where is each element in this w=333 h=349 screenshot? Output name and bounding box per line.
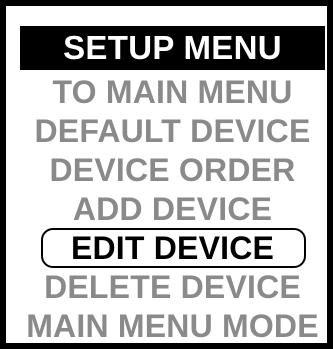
setup-menu-screen: SETUP MENU TO MAIN MENU DEFAULT DEVICE D… bbox=[0, 0, 333, 349]
menu-item-to-main-menu[interactable]: TO MAIN MENU bbox=[6, 72, 333, 112]
menu-item-device-order[interactable]: DEVICE ORDER bbox=[6, 150, 333, 190]
menu-item-default-device[interactable]: DEFAULT DEVICE bbox=[6, 111, 333, 151]
menu-item-delete-device[interactable]: DELETE DEVICE bbox=[6, 267, 333, 307]
menu-item-main-menu-mode[interactable]: MAIN MENU MODE bbox=[6, 306, 333, 346]
menu-title: SETUP MENU bbox=[20, 26, 325, 70]
menu-item-add-device[interactable]: ADD DEVICE bbox=[6, 189, 333, 229]
menu-item-edit-device[interactable]: EDIT DEVICE bbox=[6, 228, 333, 268]
